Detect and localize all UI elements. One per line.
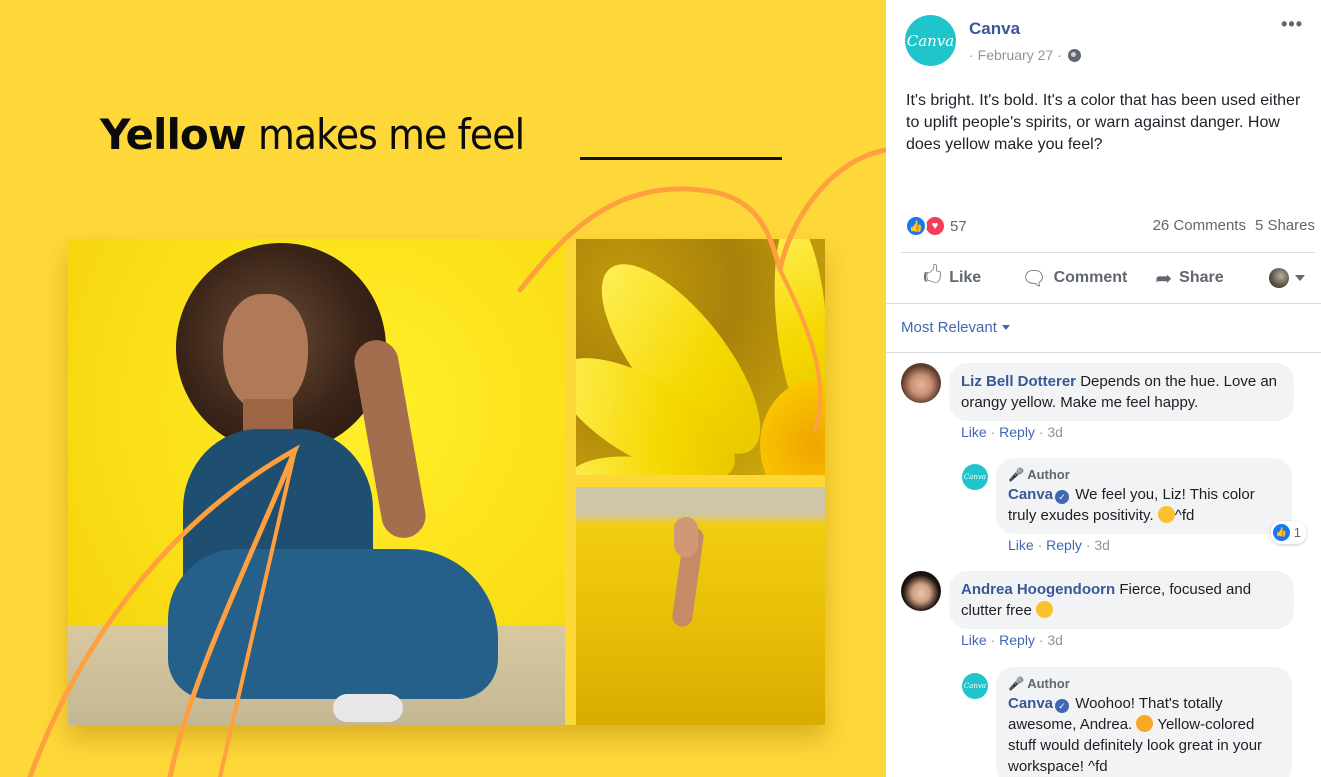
photo-flower-field xyxy=(576,487,825,725)
commenter-avatar[interactable] xyxy=(901,363,941,403)
like-reaction-icon: 👍 xyxy=(905,215,927,237)
verified-badge-icon: ✓ xyxy=(1055,699,1070,713)
commenter-avatar[interactable] xyxy=(901,571,941,611)
star-struck-icon xyxy=(1136,715,1154,732)
divider xyxy=(886,303,1321,304)
love-reaction-icon: ♥ xyxy=(924,215,946,237)
share-arrow-icon: ➦ xyxy=(1155,267,1173,290)
globe-icon xyxy=(1067,48,1081,62)
photo-yellow-flower xyxy=(576,239,825,475)
reply-bubble: 🎤 Author Canva ✓ Woohoo! That's totally aw… xyxy=(996,667,1292,777)
thumbs-up-icon: 🖒 xyxy=(923,265,943,287)
upside-down-face-icon xyxy=(1036,601,1054,618)
comment-time[interactable]: 3d xyxy=(1047,632,1063,648)
reply-author-name[interactable]: Canva xyxy=(1008,695,1053,712)
reply-author-name[interactable]: Canva xyxy=(1008,486,1053,503)
comment-reply: Canva 🎤 Author Canva ✓ We feel you, Liz! T… xyxy=(962,458,1306,553)
share-button[interactable]: ➦ Share xyxy=(1155,266,1223,291)
more-options-button[interactable]: ••• xyxy=(1281,14,1303,35)
post-actions-bar: 🖒 Like 🗨 Comment ➦ Share xyxy=(901,262,1315,294)
reply-author-avatar[interactable]: Canva xyxy=(962,464,988,490)
comment-time[interactable]: 3d xyxy=(1047,424,1063,440)
author-badge: 🎤 Author xyxy=(1008,467,1070,482)
reply-meta: Like · Reply · 3d xyxy=(1008,537,1110,553)
fill-in-blank-line xyxy=(580,157,782,160)
smiling-face-icon xyxy=(1157,506,1175,523)
reactions-summary[interactable]: 👍 ♥ 57 xyxy=(905,215,967,237)
divider xyxy=(886,352,1321,353)
comment-button[interactable]: 🗨 Comment xyxy=(1021,266,1127,291)
comment-reply-link[interactable]: Reply xyxy=(999,632,1035,648)
comment-meta: Like · Reply · 3d xyxy=(961,424,1063,440)
comment: Andrea Hoogendoorn Fierce, focused and c… xyxy=(901,571,1294,648)
commenter-name[interactable]: Liz Bell Dotterer xyxy=(961,373,1076,390)
comment-reply-link[interactable]: Reply xyxy=(999,424,1035,440)
comment: Liz Bell Dotterer Depends on the hue. Lo… xyxy=(901,363,1294,440)
like-button[interactable]: 🖒 Like xyxy=(923,261,981,295)
comment-reply: Canva 🎤 Author Canva ✓ Woohoo! That's tota… xyxy=(962,667,1292,777)
reply-reaction-badge[interactable]: 👍 1 xyxy=(1270,521,1306,544)
microphone-icon: 🎤 xyxy=(1008,467,1025,482)
headline-bold-word: Yellow xyxy=(100,110,246,159)
headline-rest: makes me feel xyxy=(257,110,525,159)
microphone-icon: 🎤 xyxy=(1008,676,1025,691)
comment-like-link[interactable]: Like xyxy=(961,632,987,648)
comment-bubble: Andrea Hoogendoorn Fierce, focused and c… xyxy=(949,571,1294,629)
comments-count-link[interactable]: 26 Comments xyxy=(1153,217,1246,234)
comment-sort-dropdown[interactable]: Most Relevant xyxy=(901,319,1010,336)
comment-meta: Like · Reply · 3d xyxy=(961,632,1063,648)
user-avatar xyxy=(1269,268,1289,288)
chevron-down-icon xyxy=(1295,275,1305,281)
photo-woman-crouching xyxy=(68,239,565,725)
post-text: It's bright. It's bold. It's a color tha… xyxy=(906,92,1301,153)
reaction-count: 57 xyxy=(950,217,967,235)
speech-bubble-icon: 🗨 xyxy=(1021,267,1047,290)
page-avatar[interactable]: Canva xyxy=(905,15,956,66)
page-name-link[interactable]: Canva xyxy=(969,19,1020,39)
comment-bubble: Liz Bell Dotterer Depends on the hue. Lo… xyxy=(949,363,1294,421)
engagement-counts: 26 Comments 5 Shares xyxy=(1153,217,1315,234)
chevron-down-icon xyxy=(1001,325,1010,330)
reply-bubble: 🎤 Author Canva ✓ We feel you, Liz! This co… xyxy=(996,458,1306,544)
reply-author-avatar[interactable]: Canva xyxy=(962,673,988,699)
reply-reply-link[interactable]: Reply xyxy=(1046,537,1082,553)
post-side-panel: Canva Canva · February 27 · ••• It's bri… xyxy=(886,0,1321,777)
reply-like-link[interactable]: Like xyxy=(1008,537,1034,553)
facebook-photo-viewer: Yellow makes me feel Canva Canva · Febru… xyxy=(0,0,1321,777)
author-badge: 🎤 Author xyxy=(1008,676,1070,691)
shares-count-link[interactable]: 5 Shares xyxy=(1255,217,1315,234)
divider xyxy=(901,252,1315,253)
verified-badge-icon: ✓ xyxy=(1055,490,1070,504)
posting-as-selector[interactable] xyxy=(1269,268,1305,288)
post-image[interactable]: Yellow makes me feel xyxy=(0,0,886,777)
post-date-link[interactable]: February 27 xyxy=(978,47,1053,63)
image-headline: Yellow makes me feel xyxy=(100,110,554,159)
post-meta: · February 27 · xyxy=(969,47,1081,63)
reply-time[interactable]: 3d xyxy=(1094,537,1110,553)
commenter-name[interactable]: Andrea Hoogendoorn xyxy=(961,581,1115,598)
comment-like-link[interactable]: Like xyxy=(961,424,987,440)
like-reaction-icon: 👍 xyxy=(1272,524,1290,541)
